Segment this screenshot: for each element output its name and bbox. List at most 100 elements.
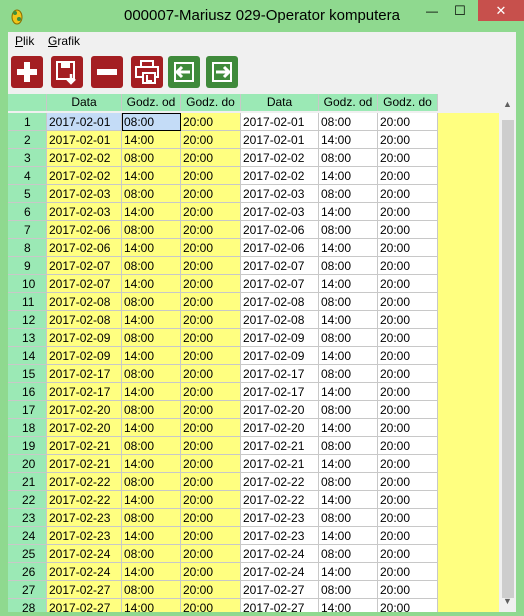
add-button[interactable] [11,56,43,88]
end-time-cell-2[interactable]: 20:00 [378,455,438,473]
end-time-cell-2[interactable]: 20:00 [378,365,438,383]
start-time-cell-2[interactable]: 08:00 [319,581,378,599]
date-cell-2[interactable]: 2017-02-21 [241,437,319,455]
start-time-cell-2[interactable]: 14:00 [319,131,378,149]
end-time-cell-2[interactable]: 20:00 [378,473,438,491]
start-time-cell[interactable]: 14:00 [122,167,181,185]
end-time-cell[interactable]: 20:00 [181,329,241,347]
end-time-cell[interactable]: 20:00 [181,599,241,612]
date-cell[interactable]: 2017-02-27 [47,599,122,612]
end-time-cell[interactable]: 20:00 [181,149,241,167]
end-time-cell[interactable]: 20:00 [181,419,241,437]
date-cell[interactable]: 2017-02-08 [47,311,122,329]
date-cell-2[interactable]: 2017-02-08 [241,311,319,329]
end-time-cell[interactable]: 20:00 [181,455,241,473]
date-cell[interactable]: 2017-02-21 [47,437,122,455]
start-time-cell[interactable]: 14:00 [122,419,181,437]
date-cell-2[interactable]: 2017-02-24 [241,563,319,581]
start-time-cell[interactable]: 08:00 [122,149,181,167]
scroll-up-icon[interactable]: ▲ [499,96,516,113]
date-cell[interactable]: 2017-02-06 [47,221,122,239]
start-time-cell[interactable]: 08:00 [122,113,181,131]
end-time-cell[interactable]: 20:00 [181,167,241,185]
date-cell-2[interactable]: 2017-02-06 [241,239,319,257]
start-time-cell-2[interactable]: 14:00 [319,311,378,329]
start-time-cell-2[interactable]: 08:00 [319,185,378,203]
date-cell[interactable]: 2017-02-02 [47,167,122,185]
end-time-cell-2[interactable]: 20:00 [378,419,438,437]
end-time-cell[interactable]: 20:00 [181,401,241,419]
previous-button[interactable] [168,56,200,88]
menu-grafik[interactable]: Grafik [48,34,80,48]
date-cell-2[interactable]: 2017-02-01 [241,131,319,149]
date-cell[interactable]: 2017-02-09 [47,329,122,347]
schedule-grid[interactable]: Data Godz. od Godz. do Data Godz. od Godz. do… [8,92,516,612]
end-time-cell-2[interactable]: 20:00 [378,545,438,563]
save-button[interactable] [51,56,83,88]
start-time-cell-2[interactable]: 14:00 [319,203,378,221]
start-time-cell-2[interactable]: 14:00 [319,563,378,581]
maximize-button[interactable]: ☐ [446,0,474,22]
end-time-cell-2[interactable]: 20:00 [378,221,438,239]
end-time-cell[interactable]: 20:00 [181,581,241,599]
date-cell[interactable]: 2017-02-03 [47,185,122,203]
end-time-cell[interactable]: 20:00 [181,275,241,293]
title-bar[interactable]: 000007-Mariusz 029-Operator komputera — … [0,0,524,32]
end-time-cell-2[interactable]: 20:00 [378,113,438,131]
date-cell-2[interactable]: 2017-02-03 [241,203,319,221]
start-time-cell-2[interactable]: 14:00 [319,167,378,185]
date-cell-2[interactable]: 2017-02-20 [241,401,319,419]
start-time-cell[interactable]: 14:00 [122,311,181,329]
minimize-button[interactable]: — [418,0,446,22]
date-cell[interactable]: 2017-02-06 [47,239,122,257]
header-godz-od-2[interactable]: Godz. od [319,94,378,111]
start-time-cell[interactable]: 08:00 [122,221,181,239]
date-cell[interactable]: 2017-02-24 [47,545,122,563]
vertical-scrollbar[interactable]: ▲ ▼ [499,94,516,612]
start-time-cell[interactable]: 14:00 [122,599,181,612]
end-time-cell-2[interactable]: 20:00 [378,509,438,527]
end-time-cell-2[interactable]: 20:00 [378,203,438,221]
end-time-cell-2[interactable]: 20:00 [378,329,438,347]
date-cell[interactable]: 2017-02-01 [47,113,122,131]
end-time-cell-2[interactable]: 20:00 [378,293,438,311]
start-time-cell-2[interactable]: 14:00 [319,599,378,612]
date-cell-2[interactable]: 2017-02-02 [241,149,319,167]
start-time-cell[interactable]: 14:00 [122,203,181,221]
date-cell-2[interactable]: 2017-02-17 [241,365,319,383]
end-time-cell[interactable]: 20:00 [181,563,241,581]
start-time-cell-2[interactable]: 08:00 [319,509,378,527]
date-cell-2[interactable]: 2017-02-02 [241,167,319,185]
date-cell-2[interactable]: 2017-02-08 [241,293,319,311]
end-time-cell-2[interactable]: 20:00 [378,401,438,419]
date-cell[interactable]: 2017-02-17 [47,383,122,401]
end-time-cell-2[interactable]: 20:00 [378,239,438,257]
start-time-cell[interactable]: 08:00 [122,581,181,599]
start-time-cell[interactable]: 08:00 [122,365,181,383]
end-time-cell[interactable]: 20:00 [181,545,241,563]
start-time-cell-2[interactable]: 14:00 [319,275,378,293]
end-time-cell-2[interactable]: 20:00 [378,347,438,365]
start-time-cell-2[interactable]: 14:00 [319,455,378,473]
scroll-thumb[interactable] [502,120,514,598]
start-time-cell-2[interactable]: 08:00 [319,329,378,347]
date-cell-2[interactable]: 2017-02-07 [241,275,319,293]
end-time-cell-2[interactable]: 20:00 [378,491,438,509]
start-time-cell[interactable]: 14:00 [122,527,181,545]
date-cell[interactable]: 2017-02-07 [47,275,122,293]
start-time-cell[interactable]: 08:00 [122,257,181,275]
date-cell-2[interactable]: 2017-02-23 [241,527,319,545]
scroll-down-icon[interactable]: ▼ [499,593,516,610]
date-cell[interactable]: 2017-02-20 [47,419,122,437]
start-time-cell[interactable]: 14:00 [122,491,181,509]
end-time-cell-2[interactable]: 20:00 [378,311,438,329]
start-time-cell-2[interactable]: 08:00 [319,473,378,491]
date-cell-2[interactable]: 2017-02-27 [241,599,319,612]
date-cell[interactable]: 2017-02-27 [47,581,122,599]
date-cell[interactable]: 2017-02-01 [47,131,122,149]
date-cell-2[interactable]: 2017-02-01 [241,113,319,131]
date-cell[interactable]: 2017-02-09 [47,347,122,365]
date-cell-2[interactable]: 2017-02-27 [241,581,319,599]
end-time-cell-2[interactable]: 20:00 [378,527,438,545]
start-time-cell[interactable]: 14:00 [122,563,181,581]
